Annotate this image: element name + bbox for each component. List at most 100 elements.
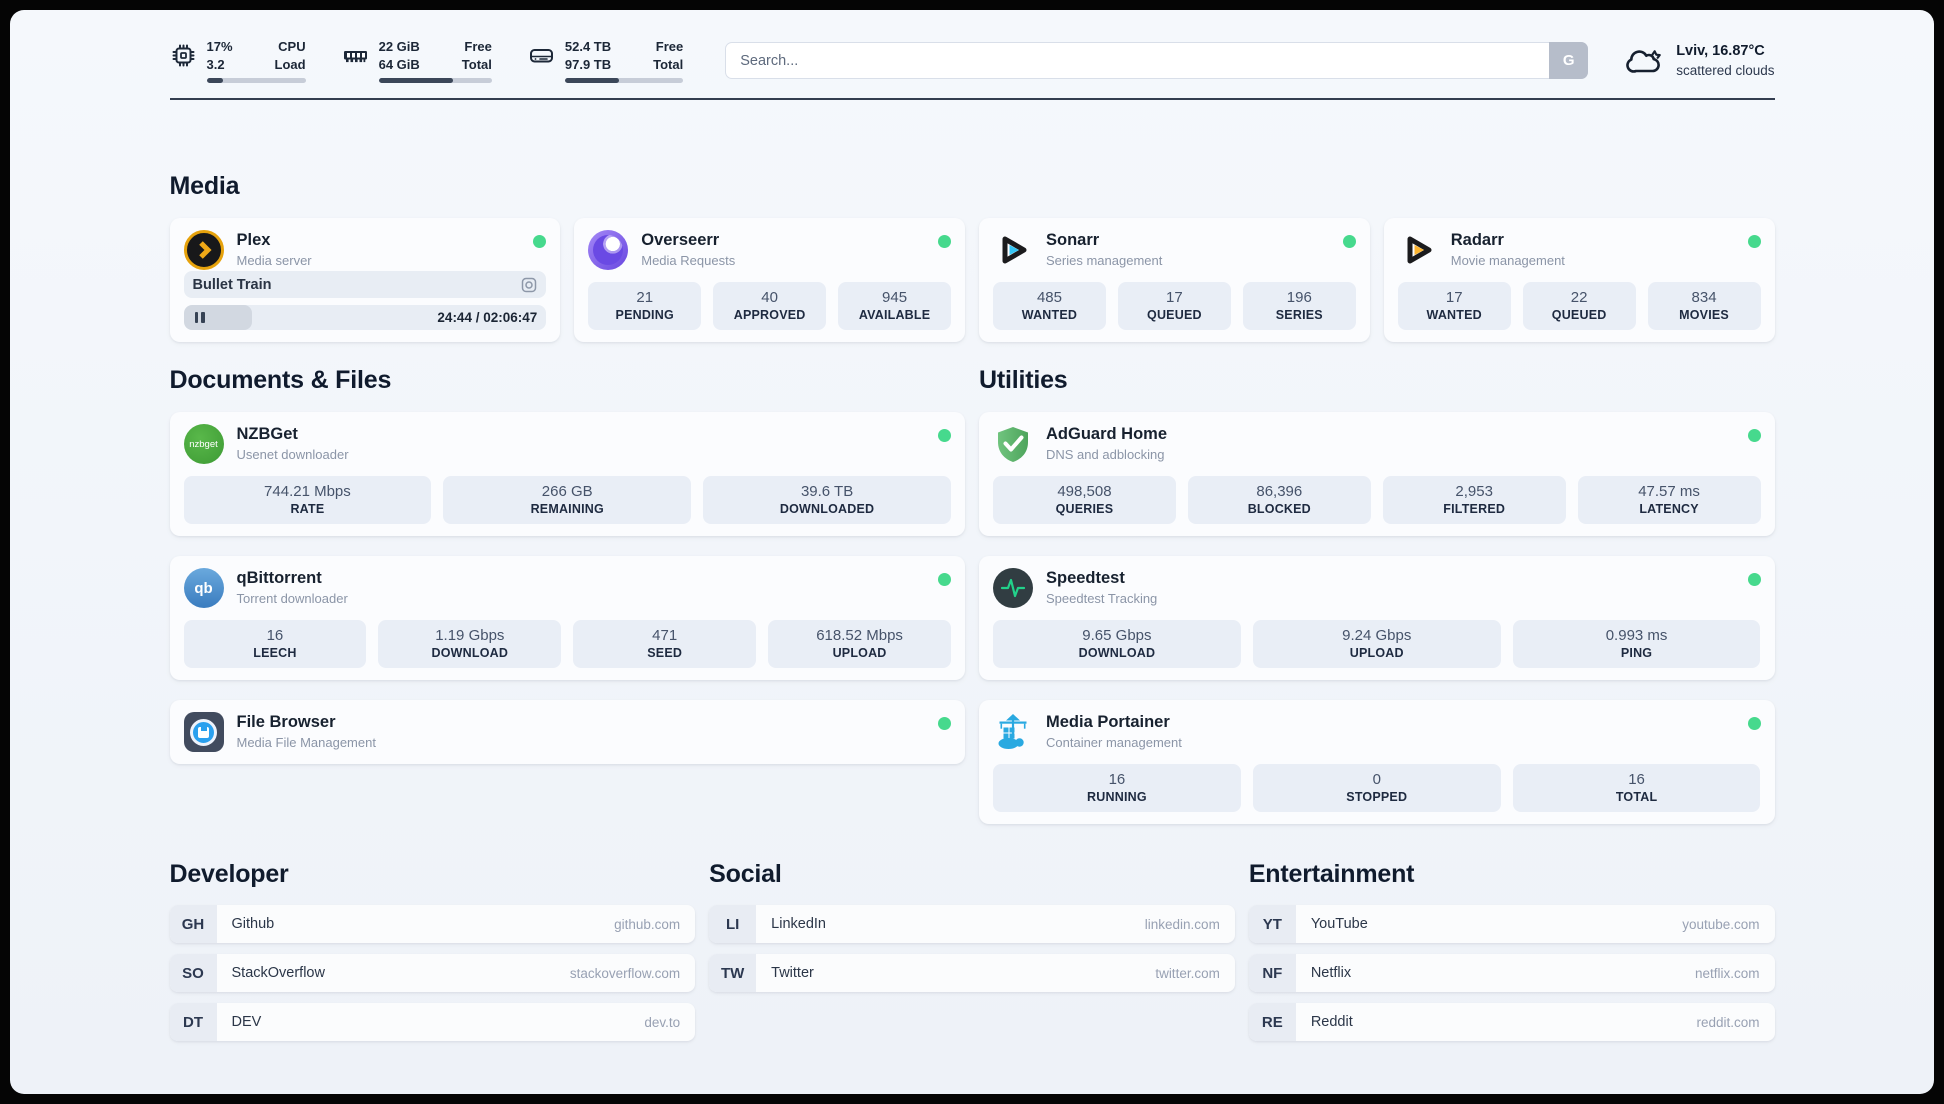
status-dot [938,573,951,587]
bookmark-youtube[interactable]: YT YouTube youtube.com [1248,905,1775,944]
disk-labels: Free Total [653,39,684,72]
topbar-divider [169,98,1775,101]
stat-ping: 0.993 ms PING [1512,620,1761,669]
status-dot [1747,717,1761,731]
service-description: Series management [1046,252,1163,268]
stat-leech: 16 LEECH [183,620,367,669]
service-name: Speedtest [1046,569,1125,588]
bookmark-name: Netflix [1310,965,1352,982]
service-card-radarr[interactable]: Radarr Movie management 17 WANTED 22 QUE… [1383,218,1775,343]
radarr-icon [1407,236,1432,264]
service-card-plex[interactable]: Plex Media server Bullet Train 24:44 / 0… [169,218,561,343]
bookmark-name: DEV [231,1014,262,1031]
stat-total: 16 TOTAL [1512,764,1761,813]
service-name: AdGuard Home [1046,425,1168,444]
pause-button[interactable] [193,310,207,325]
playback-controls: 24:44 / 02:06:47 [183,305,547,331]
service-description: Movie management [1450,252,1565,268]
stat-available: 945 AVAILABLE [838,282,952,331]
stat-upload: 9.24 Gbps UPLOAD [1252,620,1501,669]
media-grid: Plex Media server Bullet Train 24:44 / 0… [169,218,1775,343]
bookmark-group-entertainment: Entertainment YT YouTube youtube.com NF … [1248,860,1775,1042]
bookmark-linkedin[interactable]: LI LinkedIn linkedin.com [709,905,1235,944]
status-dot [938,235,951,249]
weather-location-temp: Lviv, 16.87°C [1676,42,1765,59]
bookmark-abbr: YT [1248,905,1296,944]
service-description: DNS and adblocking [1046,446,1165,462]
disk-progress-bar [564,78,684,84]
bookmark-url: stackoverflow.com [569,965,681,981]
stat-stopped: 0 STOPPED [1252,764,1501,813]
bookmark-stackoverflow[interactable]: SO StackOverflow stackoverflow.com [169,954,696,993]
service-card-adguard[interactable]: AdGuard Home DNS and adblocking 498,508 … [979,412,1775,537]
service-card-portainer[interactable]: Media Portainer Container management 16 … [979,700,1775,825]
stat-queued: 17 QUEUED [1117,282,1231,331]
bookmark-dev[interactable]: DT DEV dev.to [169,1003,696,1042]
service-description: Media Requests [641,252,736,268]
search-input[interactable] [725,42,1589,80]
bookmark-url: linkedin.com [1144,916,1220,932]
memory-values: 22 GiB 64 GiB [378,39,420,72]
stat-wanted: 17 WANTED [1397,282,1511,331]
status-dot [1747,235,1761,249]
service-card-speedtest[interactable]: Speedtest Speedtest Tracking 9.65 Gbps D… [979,556,1775,681]
video-icon [522,277,537,292]
service-card-filebrowser[interactable]: File Browser Media File Management [169,700,965,765]
bookmark-abbr: TW [709,954,757,993]
bookmark-name: Reddit [1310,1014,1353,1031]
bookmark-abbr: DT [169,1003,217,1042]
bookmark-twitter[interactable]: TW Twitter twitter.com [709,954,1235,993]
stat-remaining: 266 GB REMAINING [443,476,692,525]
stat-wanted: 485 WANTED [993,282,1106,331]
section-title-media: Media [169,172,240,201]
section-title-utilities: Utilities [979,366,1068,395]
section-title-entertainment: Entertainment [1248,860,1415,889]
filebrowser-icon [183,712,224,753]
service-description: Speedtest Tracking [1046,590,1158,606]
service-card-qbittorrent[interactable]: qb qBittorrent Torrent downloader 16 LEE… [169,556,965,681]
stat-latency: 47.57 ms LATENCY [1577,476,1761,525]
stat-queued: 22 QUEUED [1522,282,1636,331]
service-description: Container management [1046,734,1182,750]
section-title-developer: Developer [169,860,289,889]
bookmark-name: Twitter [771,965,814,982]
cpu-progress-bar [206,78,306,84]
search-provider-button[interactable]: G [1549,42,1589,80]
utilities-column: Utilities AdGuard Home DNS and adblockin… [979,366,1775,825]
service-name: Sonarr [1046,231,1100,250]
stat-movies: 834 MOVIES [1647,282,1761,331]
playback-time: 24:44 / 02:06:47 [437,310,538,326]
service-card-nzbget[interactable]: nzbget NZBGet Usenet downloader 744.21 M… [169,412,965,537]
bookmark-url: dev.to [644,1014,681,1030]
cpu-icon [172,44,194,67]
status-dot [938,429,951,443]
stat-rate: 744.21 Mbps RATE [183,476,432,525]
service-name: Overseerr [641,231,720,250]
bookmark-reddit[interactable]: RE Reddit reddit.com [1248,1003,1775,1042]
stat-queries: 498,508 QUERIES [993,476,1176,525]
qbittorrent-icon: qb [183,568,224,609]
memory-widget: 22 GiB 64 GiB Free Total [342,38,492,84]
bookmark-group-social: Social LI LinkedIn linkedin.com TW Twitt… [709,860,1235,1041]
bookmark-abbr: GH [169,905,217,944]
disk-icon [529,49,553,63]
service-description: Torrent downloader [236,590,348,606]
status-dot [1747,573,1761,587]
status-dot [938,717,951,731]
portainer-icon [998,714,1027,750]
bookmark-github[interactable]: GH Github github.com [169,905,696,944]
cloud-icon [1626,49,1661,73]
stat-blocked: 86,396 BLOCKED [1187,476,1371,525]
bookmark-name: StackOverflow [231,965,325,982]
now-playing-bar: Bullet Train [183,271,547,299]
bookmark-url: reddit.com [1696,1014,1760,1030]
sonarr-icon [1002,236,1027,264]
service-card-sonarr[interactable]: Sonarr Series management 485 WANTED 17 Q… [979,218,1370,343]
service-name: File Browser [236,713,336,732]
service-card-overseerr[interactable]: Overseerr Media Requests 21 PENDING 40 A… [574,218,965,343]
now-playing-title: Bullet Train [192,276,272,293]
stat-download: 1.19 Gbps DOWNLOAD [378,620,562,669]
bookmark-netflix[interactable]: NF Netflix netflix.com [1248,954,1775,993]
stat-filtered: 2,953 FILTERED [1382,476,1566,525]
memory-labels: Free Total [461,39,492,72]
